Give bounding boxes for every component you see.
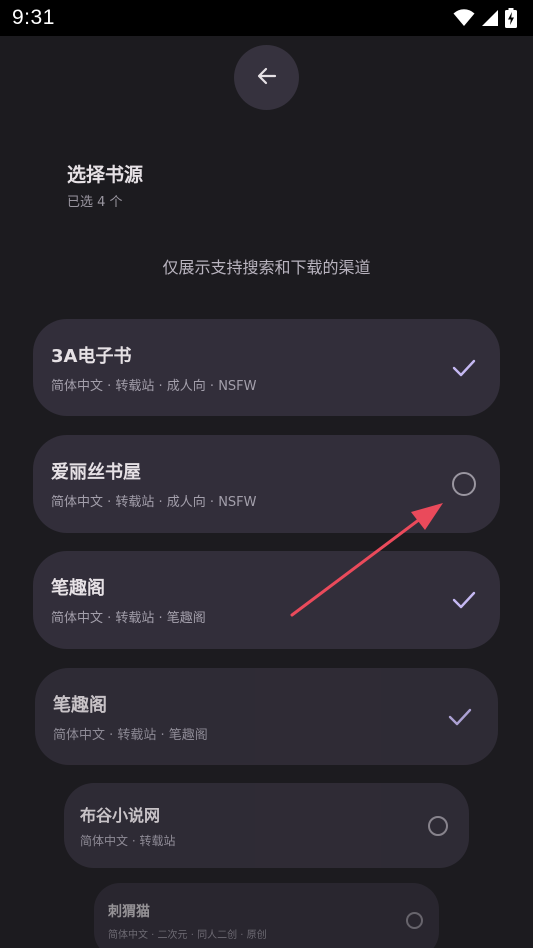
arrow-left-icon [255, 64, 279, 92]
source-name: 布谷小说网 [80, 806, 161, 825]
source-name: 笔趣阁 [53, 694, 107, 716]
selected-count: 已选 4 个 [67, 195, 123, 210]
check-icon [446, 358, 482, 378]
wifi-icon [453, 9, 475, 27]
radio-unchecked-icon [423, 815, 453, 836]
status-bar: 9:31 [0, 0, 533, 36]
check-icon [442, 707, 478, 727]
page-title: 选择书源 [67, 164, 144, 186]
hint-text: 仅展示支持搜索和下载的渠道 [162, 258, 371, 277]
radio-unchecked-icon [401, 912, 427, 929]
source-desc: 简体中文 · 转载站 · 笔趣阁 [51, 611, 206, 626]
source-item-3a[interactable]: 3A电子书 简体中文 · 转载站 · 成人向 · NSFW [33, 319, 500, 416]
source-item-bugu[interactable]: 布谷小说网 简体中文 · 转载站 [64, 783, 469, 868]
signal-icon [481, 9, 499, 27]
source-item-ciweimao[interactable]: 刺猬猫 简体中文 · 二次元 · 同人二创 · 原创 [94, 883, 439, 948]
status-time: 9:31 [12, 6, 55, 29]
status-icons [453, 8, 517, 28]
source-item-biquge[interactable]: 笔趣阁 简体中文 · 转载站 · 笔趣阁 [33, 551, 500, 649]
source-name: 刺猬猫 [108, 903, 150, 920]
source-desc: 简体中文 · 转载站 · 成人向 · NSFW [51, 378, 257, 394]
source-name: 笔趣阁 [51, 578, 105, 599]
back-button[interactable] [234, 45, 299, 110]
check-icon [446, 590, 482, 610]
battery-charging-icon [505, 8, 517, 28]
radio-unchecked-icon [446, 472, 482, 496]
source-desc: 简体中文 · 二次元 · 同人二创 · 原创 [108, 929, 267, 941]
source-name: 3A电子书 [51, 345, 132, 367]
source-desc: 简体中文 · 转载站 · 成人向 · NSFW [51, 495, 257, 510]
source-item-biquge-2[interactable]: 笔趣阁 简体中文 · 转载站 · 笔趣阁 [35, 668, 498, 765]
source-desc: 简体中文 · 转载站 · 笔趣阁 [53, 727, 208, 743]
source-name: 爱丽丝书屋 [51, 462, 141, 483]
source-item-alice[interactable]: 爱丽丝书屋 简体中文 · 转载站 · 成人向 · NSFW [33, 435, 500, 533]
screen: 9:31 选择书源 已选 4 个 仅展示支持搜索和下载的渠道 3A电子书 简体中… [0, 0, 533, 948]
source-desc: 简体中文 · 转载站 [80, 834, 176, 848]
